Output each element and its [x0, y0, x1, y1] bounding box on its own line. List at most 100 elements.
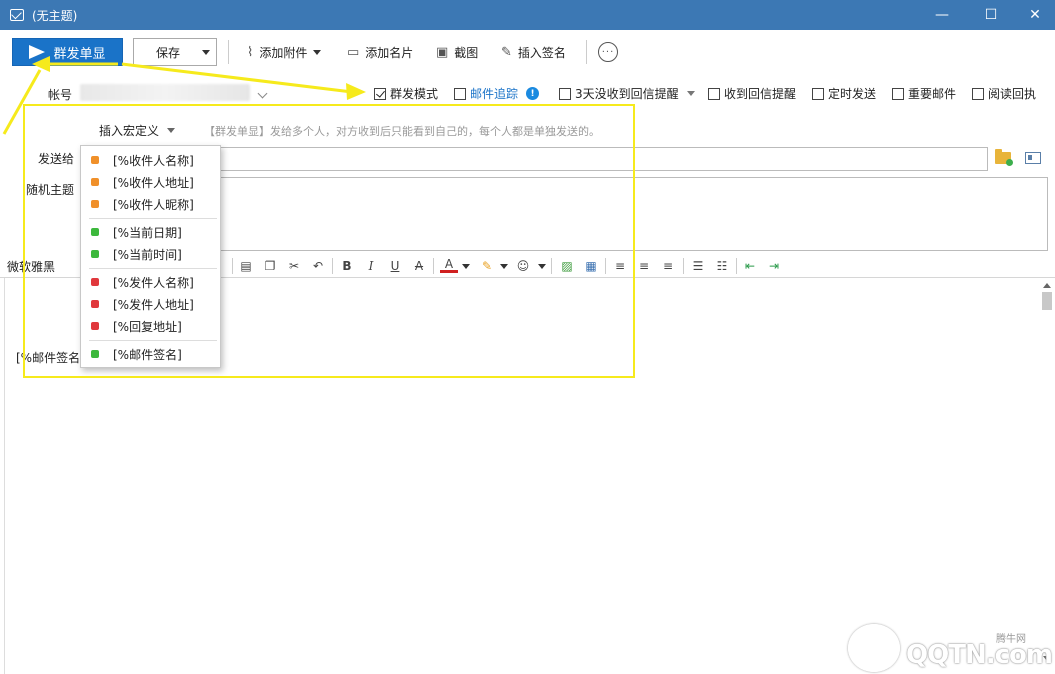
- highlight-icon[interactable]: ✎: [478, 257, 496, 275]
- red-dot-icon: [91, 322, 99, 330]
- paste-icon[interactable]: ▤: [237, 257, 255, 275]
- random-subject-input[interactable]: [212, 177, 1048, 251]
- indent-icon[interactable]: ⇥: [765, 257, 783, 275]
- insert-table-icon[interactable]: ▦: [582, 257, 600, 275]
- scroll-up-arrow[interactable]: [1043, 283, 1051, 288]
- chevron-down-icon[interactable]: [538, 264, 546, 269]
- add-attachment-label: 添加附件: [259, 45, 308, 60]
- chevron-down-icon[interactable]: [686, 91, 695, 96]
- orange-dot-icon: [91, 200, 99, 208]
- maximize-button[interactable]: ☐: [968, 0, 1014, 30]
- option-reply-reminder[interactable]: 收到回信提醒: [708, 85, 796, 102]
- bold-button[interactable]: B: [338, 257, 356, 275]
- scrollbar-thumb[interactable]: [1042, 292, 1052, 310]
- add-attachment-button[interactable]: ⌇ 添加附件: [247, 42, 322, 62]
- info-icon[interactable]: !: [526, 87, 540, 100]
- macro-item-label: [%发件人名称]: [113, 275, 194, 290]
- align-center-icon[interactable]: ≡: [635, 257, 653, 275]
- macro-item-recipient-name[interactable]: [%收件人名称]: [81, 150, 220, 170]
- reply-reminder-label: 收到回信提醒: [724, 87, 797, 101]
- macro-item-sender-address[interactable]: [%发件人地址]: [81, 294, 220, 314]
- macro-item-sender-name[interactable]: [%发件人名称]: [81, 272, 220, 292]
- undo-icon[interactable]: ↶: [309, 257, 327, 275]
- green-dot-icon: [91, 228, 99, 236]
- save-button[interactable]: 保存: [133, 38, 217, 66]
- scheduled-checkbox[interactable]: [812, 87, 824, 100]
- macro-item-label: [%当前时间]: [113, 247, 182, 262]
- bullet-list-icon[interactable]: ☷: [713, 257, 731, 275]
- align-right-icon[interactable]: ≡: [659, 257, 677, 275]
- macro-item-label: [%收件人地址]: [113, 175, 194, 190]
- tracking-link[interactable]: 邮件追踪: [470, 85, 518, 102]
- menu-divider: [89, 340, 217, 341]
- option-scheduled[interactable]: 定时发送: [812, 85, 876, 102]
- no-reply-reminder-checkbox[interactable]: [559, 87, 571, 100]
- more-options-button[interactable]: ···: [598, 42, 618, 62]
- send-icon: [29, 45, 46, 59]
- italic-button[interactable]: I: [362, 257, 380, 275]
- macro-item-current-time[interactable]: [%当前时间]: [81, 244, 220, 264]
- option-important[interactable]: 重要邮件: [892, 85, 956, 102]
- macro-item-label: [%回复地址]: [113, 319, 182, 334]
- mass-mode-checkbox[interactable]: [374, 87, 386, 100]
- chevron-down-icon[interactable]: [500, 264, 508, 269]
- strikethrough-button[interactable]: A: [410, 257, 428, 275]
- orange-dot-icon: [91, 178, 99, 186]
- recipients-input[interactable]: [212, 147, 988, 171]
- mass-send-label: 群发单显: [53, 46, 106, 62]
- scheduled-label: 定时发送: [828, 87, 877, 101]
- macro-item-current-date[interactable]: [%当前日期]: [81, 222, 220, 242]
- insert-image-icon[interactable]: ▨: [558, 257, 576, 275]
- read-receipt-checkbox[interactable]: [972, 87, 984, 100]
- chevron-down-icon: [202, 50, 210, 55]
- chevron-down-icon[interactable]: [462, 264, 470, 269]
- option-tracking[interactable]: 邮件追踪 !: [454, 85, 540, 102]
- copy-icon[interactable]: ❐: [261, 257, 279, 275]
- reply-reminder-checkbox[interactable]: [708, 87, 720, 100]
- insert-signature-button[interactable]: ✎ 插入签名: [501, 42, 566, 62]
- chevron-down-icon[interactable]: [257, 88, 268, 99]
- screenshot-label: 截图: [454, 45, 479, 60]
- minimize-button[interactable]: —: [919, 0, 965, 30]
- close-button[interactable]: ✕: [1012, 0, 1055, 30]
- watermark-text: QQTN.com: [906, 640, 1053, 670]
- underline-button[interactable]: U: [386, 257, 404, 275]
- main-toolbar: 群发单显 保存 ⌇ 添加附件 ▭ 添加名片 ▣ 截图 ✎ 插入签名 ···: [0, 30, 1055, 74]
- mass-send-hint: 【群发单显】发给多个人，对方收到后只能看到自己的，每个人都是单独发送的。: [204, 125, 600, 138]
- toolbar-divider: [228, 40, 229, 64]
- option-no-reply-reminder[interactable]: 3天没收到回信提醒: [559, 85, 695, 102]
- align-left-icon[interactable]: ≡: [611, 257, 629, 275]
- orange-dot-icon: [91, 156, 99, 164]
- macro-item-signature[interactable]: [%邮件签名]: [81, 344, 220, 364]
- screenshot-button[interactable]: ▣ 截图: [436, 42, 478, 62]
- contact-card-icon[interactable]: [1025, 152, 1041, 164]
- outdent-icon[interactable]: ⇤: [741, 257, 759, 275]
- tracking-checkbox[interactable]: [454, 87, 466, 100]
- emoji-icon[interactable]: ☺: [514, 257, 532, 275]
- important-label: 重要邮件: [908, 87, 957, 101]
- read-receipt-label: 阅读回执: [988, 87, 1037, 101]
- insert-macro-label: 插入宏定义: [99, 124, 160, 138]
- add-card-button[interactable]: ▭ 添加名片: [347, 42, 413, 62]
- address-book-add-icon[interactable]: [995, 149, 1013, 166]
- option-mass-mode[interactable]: 群发模式: [374, 85, 438, 102]
- macro-item-recipient-address[interactable]: [%收件人地址]: [81, 172, 220, 192]
- insert-macro-button[interactable]: 插入宏定义: [99, 122, 176, 139]
- mass-send-button[interactable]: 群发单显: [12, 38, 123, 66]
- font-family-select[interactable]: 微软雅黑: [7, 258, 55, 275]
- watermark-logo: [848, 624, 900, 672]
- macro-item-reply-address[interactable]: [%回复地址]: [81, 316, 220, 336]
- chevron-down-icon: [167, 128, 176, 133]
- toolbar-divider: [433, 258, 434, 274]
- pen-icon: ✎: [501, 44, 512, 60]
- macro-item-label: [%发件人地址]: [113, 297, 194, 312]
- important-checkbox[interactable]: [892, 87, 904, 100]
- account-select[interactable]: [80, 84, 250, 101]
- macro-item-recipient-nickname[interactable]: [%收件人昵称]: [81, 194, 220, 214]
- no-reply-reminder-label: 3天没收到回信提醒: [575, 87, 679, 101]
- numbered-list-icon[interactable]: ☰: [689, 257, 707, 275]
- cut-icon[interactable]: ✂: [285, 257, 303, 275]
- font-color-button[interactable]: A: [440, 257, 458, 273]
- toolbar-divider: [551, 258, 552, 274]
- option-read-receipt[interactable]: 阅读回执: [972, 85, 1036, 102]
